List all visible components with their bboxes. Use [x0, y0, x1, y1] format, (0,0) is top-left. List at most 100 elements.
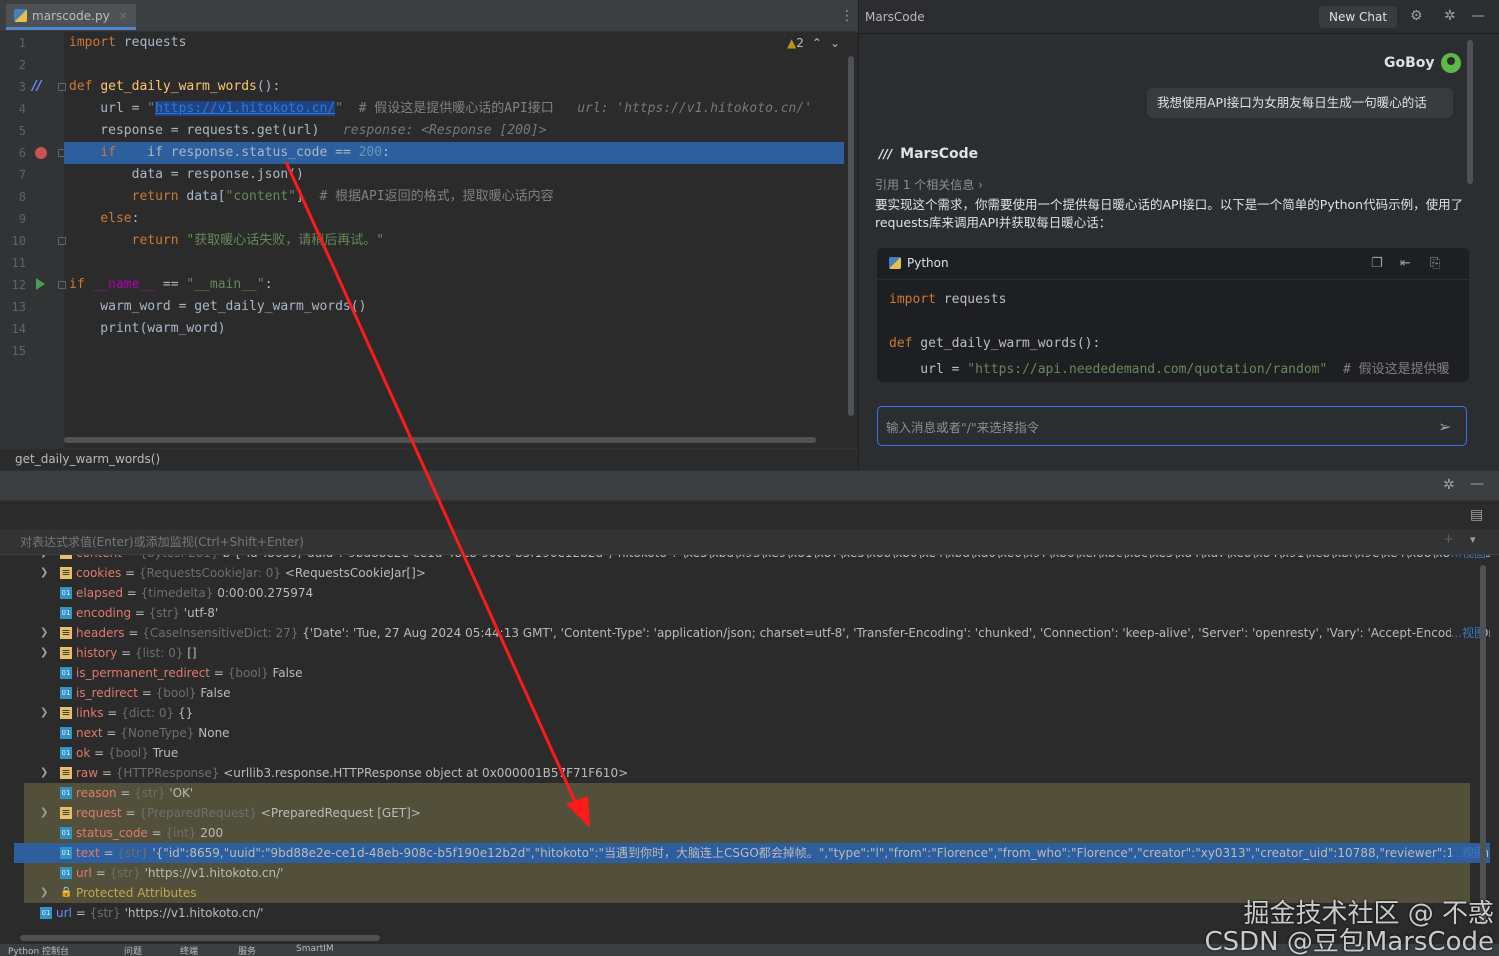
variable-row[interactable]: 01 is_redirect = {bool} False — [0, 683, 1490, 703]
debug-horizontal-scrollbar[interactable] — [20, 935, 380, 941]
panel-title: MarsCode — [865, 10, 925, 24]
editor-vertical-scrollbar[interactable] — [848, 56, 854, 416]
settings-icon[interactable]: ⚙ — [1410, 8, 1423, 24]
variable-row[interactable]: ❯ content = {bytes: 281} b'{"id":8659,"uu… — [0, 555, 1490, 563]
editor-horizontal-scrollbar[interactable] — [64, 437, 816, 443]
field-icon — [60, 767, 72, 779]
evaluate-expression-input[interactable] — [20, 533, 1420, 551]
gear-icon[interactable]: ✲ — [1444, 8, 1456, 24]
code-block-line: import requests — [889, 292, 1007, 307]
user-name: GoBoy — [1384, 55, 1435, 71]
layout-icon[interactable]: ▤ — [1470, 507, 1483, 523]
equals-sign: = — [137, 686, 156, 700]
variable-type: {int} — [165, 826, 197, 840]
variable-row[interactable]: 01 text = {str} '{"id":8659,"uuid":"9bd88… — [14, 843, 1490, 863]
warning-count: 2 — [796, 36, 804, 50]
code-language: Python — [889, 256, 949, 270]
tool-tab-services[interactable]: 服务 — [238, 944, 256, 956]
variable-row[interactable]: 01 next = {NoneType} None — [0, 723, 1490, 743]
variable-row[interactable]: 01 encoding = {str} 'utf-8' — [0, 603, 1490, 623]
equals-sign: = — [131, 606, 149, 620]
gear-icon[interactable]: ✲ — [1443, 477, 1455, 493]
watermark: 掘金技术社区 @ 不惑 CSDN @豆包MarsCode — [1202, 900, 1494, 956]
add-watch-icon[interactable]: + — [1443, 532, 1454, 547]
tool-tab-terminal[interactable]: 终端 — [180, 944, 198, 956]
insert-icon[interactable]: ⇤ — [1400, 256, 1411, 271]
expand-chevron-icon[interactable]: ❯ — [40, 883, 48, 903]
expand-chevron-icon[interactable]: ❯ — [40, 803, 48, 823]
marscode-gutter-icon[interactable]: // — [32, 79, 42, 94]
chat-input[interactable] — [886, 417, 1416, 437]
chevron-up-icon[interactable]: ⌃ — [812, 36, 822, 50]
expand-chevron-icon[interactable]: ❯ — [40, 623, 48, 643]
field-icon — [60, 807, 72, 819]
chevron-down-icon[interactable]: ▾ — [1470, 533, 1476, 546]
variables-tree[interactable]: ❯ content = {bytes: 281} b'{"id":8659,"uu… — [0, 555, 1499, 935]
breakpoint-icon[interactable] — [35, 147, 47, 159]
line-number: 14 — [11, 322, 26, 336]
variable-row[interactable]: ❯ raw = {HTTPResponse} <urllib3.response.… — [0, 763, 1490, 783]
variable-type: {bool} — [107, 746, 149, 760]
tool-tab-smartim[interactable]: SmartIM — [296, 944, 334, 954]
variable-row[interactable]: ❯ cookies = {RequestsCookieJar: 0} <Reque… — [0, 563, 1490, 583]
expand-chevron-icon[interactable]: ❯ — [40, 703, 48, 723]
code-line-13: warm_word = get_daily_warm_words() — [69, 299, 367, 314]
variable-value: 'OK' — [169, 786, 194, 800]
variable-row[interactable]: 01 is_permanent_redirect = {bool} False — [0, 663, 1490, 683]
variable-row[interactable]: 01 reason = {str} 'OK' — [24, 783, 1470, 803]
file-tab-marscode[interactable]: marscode.py × — [6, 4, 136, 30]
breadcrumb[interactable]: get_daily_warm_words() — [15, 452, 160, 466]
variable-value: {} — [178, 706, 194, 720]
code-area[interactable]: import requests def get_daily_warm_words… — [64, 32, 844, 448]
variable-row[interactable]: 01 ok = {bool} True — [0, 743, 1490, 763]
warning-icon: ▲ — [787, 36, 797, 50]
chevron-down-icon[interactable]: ⌄ — [830, 36, 840, 50]
view-more-link[interactable]: ...视图 — [1450, 555, 1486, 563]
chat-scrollbar[interactable] — [1467, 40, 1473, 184]
variable-name: is_permanent_redirect — [76, 666, 211, 680]
variable-row[interactable]: ❯ links = {dict: 0} {} — [0, 703, 1490, 723]
python-file-icon — [14, 9, 27, 22]
url-link[interactable]: https://v1.hitokoto.cn/ — [155, 101, 336, 116]
variable-row[interactable]: ❯ headers = {CaseInsensitiveDict: 27} {'D… — [0, 623, 1490, 643]
bot-header: /// MarsCode — [879, 146, 978, 162]
minimize-icon[interactable]: — — [1470, 476, 1484, 492]
minimize-icon[interactable]: — — [1471, 8, 1485, 24]
code-block: Python ❐ ⇤ ⎘ import requests def get_dai… — [877, 248, 1469, 382]
variable-type: {str} — [148, 606, 180, 620]
variable-name: url — [56, 906, 72, 920]
expand-chevron-icon[interactable]: ❯ — [40, 643, 48, 663]
reference-link[interactable]: 引用 1 个相关信息 › — [875, 176, 983, 193]
tool-tab-problems[interactable]: 问题 — [124, 944, 142, 956]
expand-chevron-icon[interactable]: ❯ — [40, 555, 48, 563]
debug-toolbar: ✲ — — [0, 471, 1499, 501]
tool-tab-python-console[interactable]: Python 控制台 — [8, 944, 69, 956]
line-number: 4 — [18, 102, 26, 116]
code-block-line: def get_daily_warm_words(): — [889, 336, 1101, 351]
new-chat-button[interactable]: New Chat — [1319, 6, 1398, 28]
copy-icon[interactable]: ❐ — [1371, 256, 1383, 271]
variable-row[interactable]: 01 url = {str} 'https://v1.hitokoto.cn/' — [24, 863, 1470, 883]
variable-row[interactable]: ❯ request = {PreparedRequest} <PreparedRe… — [24, 803, 1470, 823]
variable-value: <RequestsCookieJar[]> — [284, 566, 426, 580]
variable-type: {timedelta} — [140, 586, 214, 600]
code-line-9: else: — [69, 211, 140, 226]
variable-row[interactable]: ❯ history = {list: 0} [] — [0, 643, 1490, 663]
more-vertical-icon[interactable]: ⋮ — [840, 8, 854, 24]
expand-chevron-icon[interactable]: ❯ — [40, 763, 48, 783]
debug-vertical-scrollbar[interactable] — [1480, 565, 1486, 925]
run-icon[interactable] — [36, 278, 45, 290]
expand-chevron-icon[interactable]: ❯ — [40, 563, 48, 583]
close-icon[interactable]: × — [119, 9, 128, 22]
inspection-indicator[interactable]: ▲2 ⌃ ⌄ — [787, 36, 840, 50]
code-line-7: data = response.json() — [69, 167, 304, 182]
code-editor[interactable]: marscode.py × ⋮ 1 2 3 4 5 6 7 8 9 10 11 … — [0, 0, 858, 470]
variable-name: history — [76, 646, 118, 660]
new-file-icon[interactable]: ⎘ — [1430, 256, 1440, 271]
variable-name: content — [76, 555, 122, 560]
editor-gutter[interactable]: 1 2 3 4 5 6 7 8 9 10 11 12 13 14 15 // — [0, 32, 66, 448]
variable-row[interactable]: 01 status_code = {int} 200 — [24, 823, 1470, 843]
variable-row[interactable]: 01 elapsed = {timedelta} 0:00:00.275974 — [0, 583, 1490, 603]
send-icon[interactable]: ➢ — [1438, 417, 1451, 436]
chat-input-box[interactable]: ➢ — [877, 406, 1467, 446]
